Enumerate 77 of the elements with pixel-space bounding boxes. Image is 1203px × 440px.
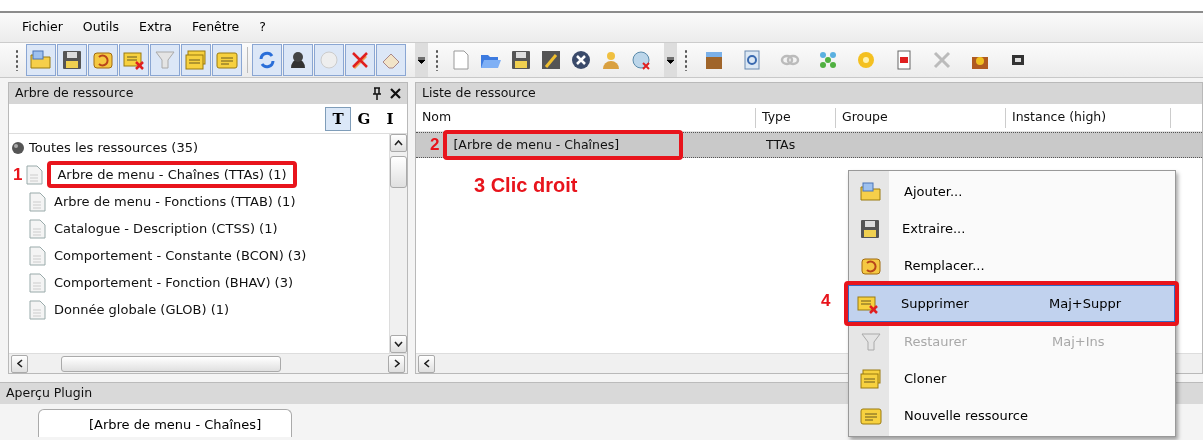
menu-item[interactable]: Extra xyxy=(131,18,180,37)
toolbar-button[interactable] xyxy=(57,44,87,76)
view-toggle-button[interactable]: I xyxy=(377,106,403,131)
menu-item[interactable]: Fenêtre xyxy=(184,18,248,37)
panel-title: Aperçu Plugin xyxy=(6,384,93,403)
folder-icon xyxy=(30,50,52,70)
scroll-left-button[interactable] xyxy=(11,354,28,373)
globe-cross-icon xyxy=(631,50,651,70)
note-delete-icon xyxy=(123,50,145,70)
stripe-panel-icon xyxy=(897,50,911,70)
close-circle-icon xyxy=(571,50,591,70)
document-icon xyxy=(29,272,46,293)
scroll-down-button[interactable] xyxy=(390,335,407,353)
stacked-notes-icon xyxy=(185,50,207,70)
tree-item[interactable]: Catalogue - Description (CTSS) (1) xyxy=(54,218,278,239)
tree-item[interactable]: Comportement - Fonction (BHAV) (3) xyxy=(54,272,294,293)
note-icon xyxy=(216,50,238,70)
menu-item[interactable]: Fichier xyxy=(14,18,71,37)
tab[interactable]: [Arbre de menu - Chaînes] xyxy=(38,409,293,437)
tree-item[interactable]: Toutes les ressources (35) xyxy=(29,137,199,158)
scroll-up-button[interactable] xyxy=(390,134,407,152)
document-magnifier-icon xyxy=(742,50,762,70)
column-header[interactable]: Instance (high) xyxy=(1012,108,1107,127)
document-icon xyxy=(26,164,44,185)
toolbar-overflow-button[interactable] xyxy=(664,43,677,77)
table-cell-text: TTAs xyxy=(766,135,796,154)
scroll-left-button[interactable] xyxy=(418,354,435,373)
menu-item[interactable]: Extraire... xyxy=(851,210,1173,247)
refresh-icon xyxy=(257,50,277,70)
scrollbar-thumb[interactable] xyxy=(390,156,407,188)
view-toggle-button[interactable]: T xyxy=(325,106,351,131)
toolbar-button[interactable] xyxy=(283,44,313,76)
pencil-cross-icon xyxy=(350,50,370,70)
caret-icon xyxy=(417,55,426,64)
blank-page-icon xyxy=(452,50,470,70)
note-icon xyxy=(860,405,882,426)
document-icon xyxy=(29,299,46,320)
table-cell-text: [Arbre de menu - Chaînes] xyxy=(453,135,620,154)
menu-item[interactable]: Outils xyxy=(74,18,127,37)
toolbar-overflow-button[interactable] xyxy=(415,43,428,77)
document-icon xyxy=(29,245,46,266)
column-header[interactable]: Groupe xyxy=(842,108,888,127)
close-icon[interactable] xyxy=(390,88,401,99)
document-icon xyxy=(29,191,46,212)
step-number: 1 xyxy=(13,163,23,186)
box-icon xyxy=(704,50,724,70)
tools-icon xyxy=(932,50,952,70)
step-number: 4 xyxy=(821,290,831,312)
menu-item[interactable]: ? xyxy=(251,18,274,37)
step-number: 2 xyxy=(430,134,440,157)
menu-item[interactable]: Supprimer Maj+Suppr xyxy=(848,285,1175,322)
tree-item[interactable]: Donnée globale (GLOB) (1) xyxy=(54,299,230,320)
menu-item[interactable]: Nouvelle ressource xyxy=(851,397,1173,434)
molecule-grid-icon xyxy=(818,50,838,70)
tree-item[interactable]: Arbre de menu - Chaînes (TTAs) (1) xyxy=(57,164,287,185)
sphere-icon xyxy=(11,140,25,155)
annotation-text: 3 Clic droit xyxy=(474,173,578,198)
caret-icon xyxy=(666,55,675,64)
pin-icon[interactable] xyxy=(372,87,382,100)
column-header[interactable]: Nom xyxy=(422,108,452,127)
tree-item[interactable]: Arbre de menu - Fonctions (TTAB) (1) xyxy=(54,191,296,212)
stacked-notes-icon xyxy=(860,368,882,389)
view-toggle-button[interactable]: G xyxy=(351,106,377,131)
document-icon xyxy=(29,218,46,239)
floppy-pencil-icon xyxy=(541,50,561,70)
menu-item[interactable]: Cloner xyxy=(851,360,1173,397)
menu-item[interactable]: Remplacer... xyxy=(851,247,1173,284)
tree-item[interactable]: Comportement - Constante (BCON) (3) xyxy=(54,245,307,266)
scroll-right-button[interactable] xyxy=(388,354,405,373)
panel-title: Liste de ressource xyxy=(422,84,536,103)
panel-title: Arbre de ressource xyxy=(15,84,134,103)
list-row[interactable]: 2 [Arbre de menu - Chaînes] TTAs xyxy=(416,132,1202,158)
folder-icon xyxy=(860,181,882,202)
note-delete-icon xyxy=(857,293,879,314)
menu-item[interactable]: Ajouter... xyxy=(851,173,1173,210)
column-header[interactable]: Type xyxy=(762,108,791,127)
scrollbar-thumb[interactable] xyxy=(61,355,281,372)
